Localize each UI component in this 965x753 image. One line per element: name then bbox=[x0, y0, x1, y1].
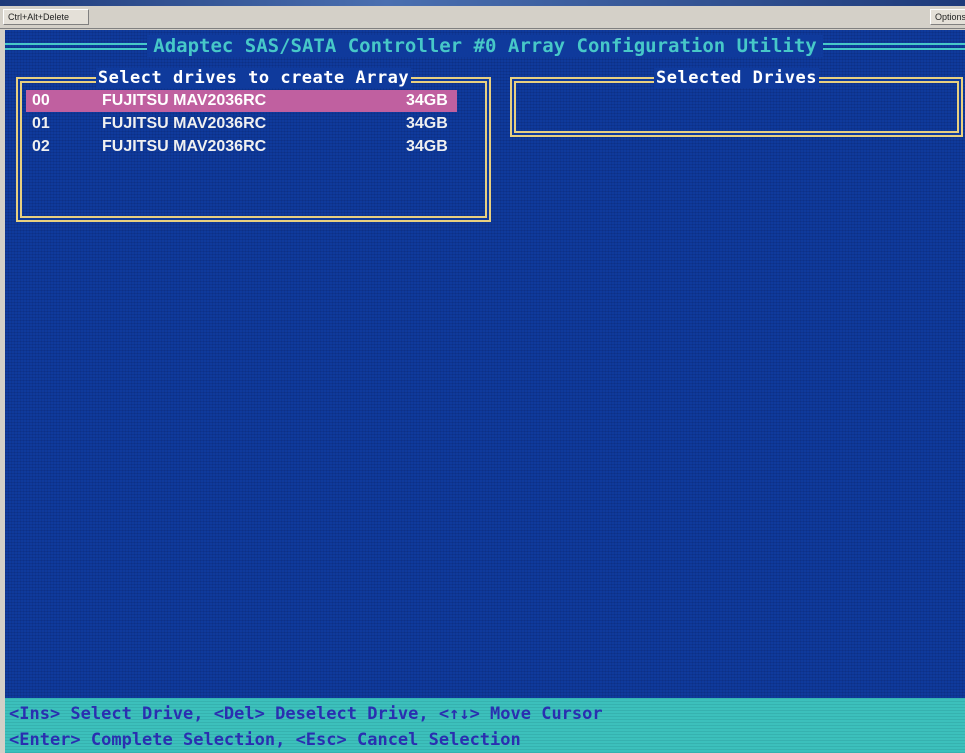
drive-row-01[interactable]: 01 FUJITSU MAV2036RC 34GB bbox=[26, 113, 457, 135]
page-title-text: Adaptec SAS/SATA Controller #0 Array Con… bbox=[147, 35, 823, 57]
selected-drives-panel-title-text: Selected Drives bbox=[653, 68, 820, 88]
bios-screen: Adaptec SAS/SATA Controller #0 Array Con… bbox=[5, 30, 965, 753]
selected-drives-panel-title: Selected Drives bbox=[512, 68, 961, 88]
drive-size: 34GB bbox=[406, 115, 448, 132]
ctrl-alt-delete-button[interactable]: Ctrl+Alt+Delete bbox=[3, 9, 89, 25]
select-drives-panel: Select drives to create Array 00 FUJITSU… bbox=[16, 68, 491, 222]
drive-name: FUJITSU MAV2036RC bbox=[102, 115, 267, 132]
page-title: Adaptec SAS/SATA Controller #0 Array Con… bbox=[5, 35, 965, 57]
remote-console-window: Ctrl+Alt+Delete Options Adaptec SAS/SATA… bbox=[0, 0, 965, 753]
selected-drives-panel: Selected Drives bbox=[510, 68, 963, 137]
drive-name: FUJITSU MAV2036RC bbox=[102, 138, 267, 155]
key-help-bar: <Ins> Select Drive, <Del> Deselect Drive… bbox=[5, 698, 965, 753]
drive-size: 34GB bbox=[406, 138, 448, 155]
options-button[interactable]: Options bbox=[930, 9, 965, 25]
select-drives-panel-title-text: Select drives to create Array bbox=[95, 68, 412, 88]
drive-size: 34GB bbox=[406, 92, 448, 109]
key-help-line-1: <Ins> Select Drive, <Del> Deselect Drive… bbox=[9, 704, 603, 724]
select-drives-panel-title: Select drives to create Array bbox=[18, 68, 489, 88]
drive-id: 01 bbox=[32, 115, 50, 132]
drive-id: 00 bbox=[32, 92, 50, 109]
drive-row-02[interactable]: 02 FUJITSU MAV2036RC 34GB bbox=[26, 136, 457, 158]
key-help-line-2: <Enter> Complete Selection, <Esc> Cancel… bbox=[9, 730, 521, 750]
drive-id: 02 bbox=[32, 138, 50, 155]
toolbar: Ctrl+Alt+Delete Options bbox=[0, 6, 965, 29]
drive-row-00[interactable]: 00 FUJITSU MAV2036RC 34GB bbox=[26, 90, 457, 112]
drive-name: FUJITSU MAV2036RC bbox=[102, 92, 267, 109]
